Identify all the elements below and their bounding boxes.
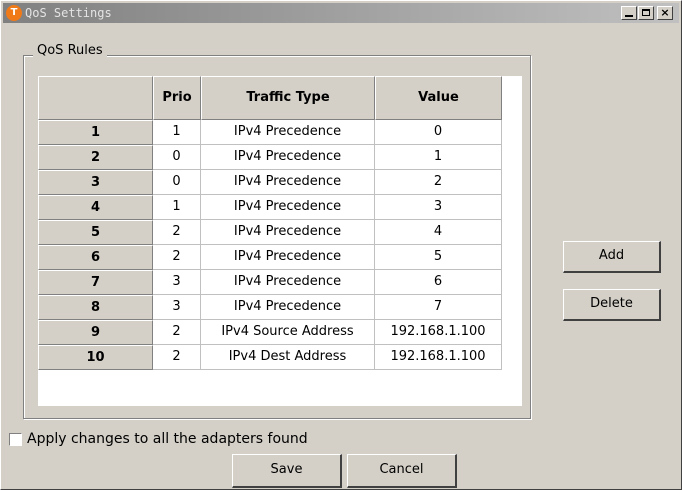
row-header[interactable]: 4 bbox=[38, 195, 153, 220]
qos-rules-group-label: QoS Rules bbox=[33, 43, 107, 58]
save-button[interactable]: Save bbox=[232, 454, 342, 488]
cell-traffic-type[interactable]: IPv4 Precedence bbox=[201, 145, 375, 170]
cell-prio[interactable]: 1 bbox=[153, 195, 201, 220]
row-header[interactable]: 1 bbox=[38, 120, 153, 145]
cell-value[interactable]: 192.168.1.100 bbox=[375, 345, 502, 370]
cell-traffic-type[interactable]: IPv4 Precedence bbox=[201, 195, 375, 220]
cell-prio[interactable]: 2 bbox=[153, 345, 201, 370]
qos-rules-table[interactable]: Prio Traffic Type Value 1 1 IPv4 Precedenc… bbox=[38, 76, 522, 406]
cell-value[interactable]: 2 bbox=[375, 170, 502, 195]
cell-prio[interactable]: 3 bbox=[153, 270, 201, 295]
row-header[interactable]: 5 bbox=[38, 220, 153, 245]
cell-prio[interactable]: 1 bbox=[153, 120, 201, 145]
column-header-row-number bbox=[38, 76, 153, 120]
cell-prio[interactable]: 0 bbox=[153, 145, 201, 170]
cancel-button[interactable]: Cancel bbox=[347, 454, 457, 488]
row-header[interactable]: 10 bbox=[38, 345, 153, 370]
cell-traffic-type[interactable]: IPv4 Precedence bbox=[201, 120, 375, 145]
cell-traffic-type[interactable]: IPv4 Precedence bbox=[201, 295, 375, 320]
close-button[interactable]: × bbox=[657, 6, 673, 20]
apply-all-label[interactable]: Apply changes to all the adapters found bbox=[27, 431, 308, 447]
row-header[interactable]: 8 bbox=[38, 295, 153, 320]
cell-prio[interactable]: 2 bbox=[153, 320, 201, 345]
cell-value[interactable]: 3 bbox=[375, 195, 502, 220]
cell-prio[interactable]: 2 bbox=[153, 245, 201, 270]
row-header[interactable]: 6 bbox=[38, 245, 153, 270]
cell-traffic-type[interactable]: IPv4 Precedence bbox=[201, 220, 375, 245]
cell-traffic-type[interactable]: IPv4 Precedence bbox=[201, 270, 375, 295]
cell-value[interactable]: 4 bbox=[375, 220, 502, 245]
add-button[interactable]: Add bbox=[563, 241, 661, 273]
minimize-button[interactable] bbox=[621, 6, 637, 20]
column-header-traffic-type[interactable]: Traffic Type bbox=[201, 76, 375, 120]
cell-traffic-type[interactable]: IPv4 Precedence bbox=[201, 170, 375, 195]
row-header[interactable]: 7 bbox=[38, 270, 153, 295]
minimize-icon bbox=[625, 15, 633, 17]
cell-traffic-type[interactable]: IPv4 Dest Address bbox=[201, 345, 375, 370]
app-logo-icon: T bbox=[6, 5, 22, 21]
window-title: QoS Settings bbox=[25, 6, 112, 20]
cell-prio[interactable]: 2 bbox=[153, 220, 201, 245]
row-header[interactable]: 3 bbox=[38, 170, 153, 195]
row-header[interactable]: 9 bbox=[38, 320, 153, 345]
cell-value[interactable]: 5 bbox=[375, 245, 502, 270]
row-header[interactable]: 2 bbox=[38, 145, 153, 170]
cell-value[interactable]: 192.168.1.100 bbox=[375, 320, 502, 345]
cell-value[interactable]: 0 bbox=[375, 120, 502, 145]
cell-value[interactable]: 7 bbox=[375, 295, 502, 320]
cell-prio[interactable]: 3 bbox=[153, 295, 201, 320]
close-icon: × bbox=[660, 6, 670, 19]
delete-button[interactable]: Delete bbox=[563, 289, 661, 321]
apply-all-checkbox[interactable] bbox=[9, 433, 22, 446]
title-bar[interactable]: T QoS Settings × bbox=[3, 3, 679, 23]
column-header-prio[interactable]: Prio bbox=[153, 76, 201, 120]
column-header-value[interactable]: Value bbox=[375, 76, 502, 120]
cell-traffic-type[interactable]: IPv4 Source Address bbox=[201, 320, 375, 345]
cell-value[interactable]: 6 bbox=[375, 270, 502, 295]
maximize-icon bbox=[642, 9, 650, 16]
cell-value[interactable]: 1 bbox=[375, 145, 502, 170]
maximize-button[interactable] bbox=[638, 6, 654, 20]
cell-prio[interactable]: 0 bbox=[153, 170, 201, 195]
cell-traffic-type[interactable]: IPv4 Precedence bbox=[201, 245, 375, 270]
